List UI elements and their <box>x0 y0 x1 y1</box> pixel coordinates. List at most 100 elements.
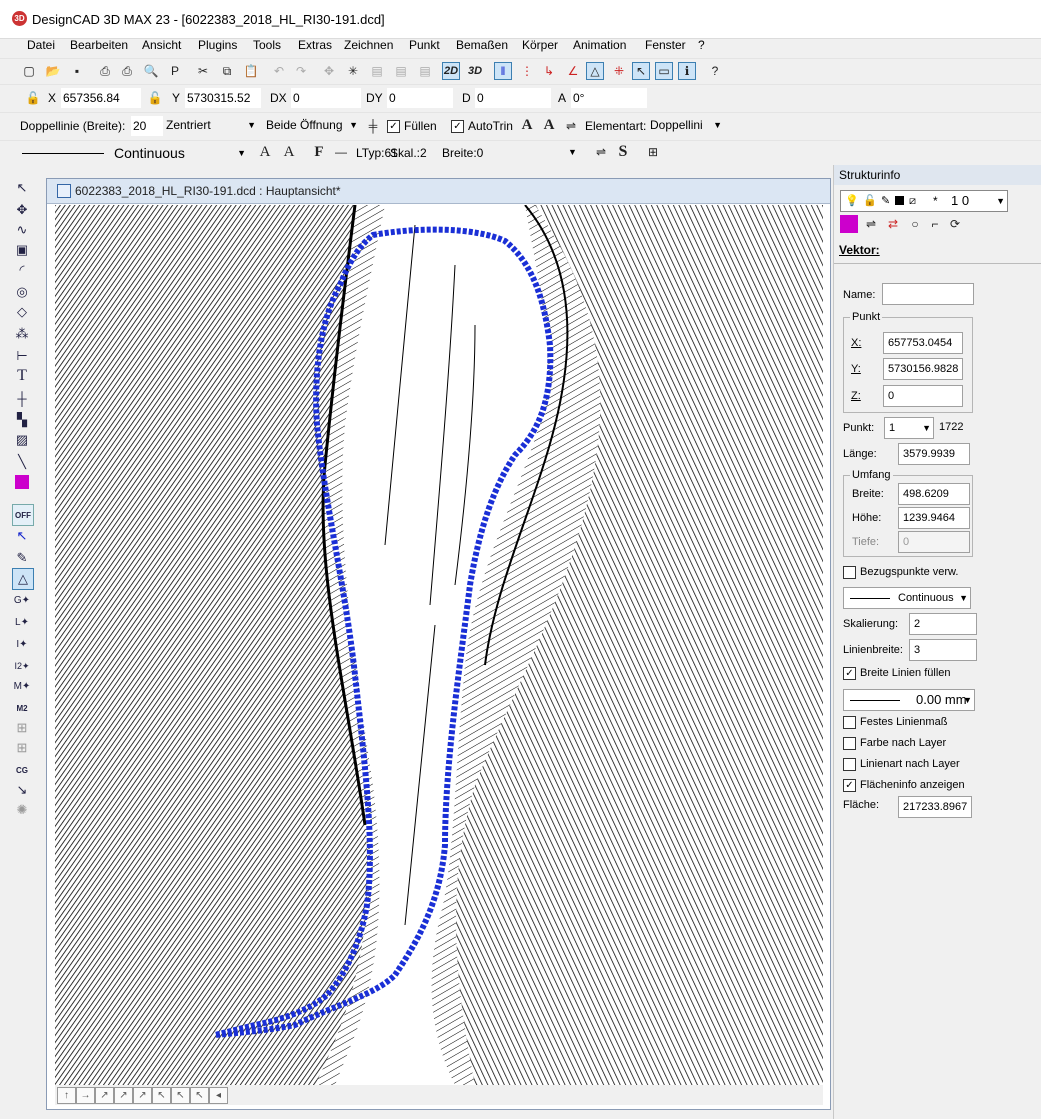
linienart-checkbox[interactable] <box>843 758 856 771</box>
polygon-icon[interactable]: ◇ <box>12 302 32 322</box>
select-arrow-icon[interactable]: ↖ <box>12 178 32 198</box>
lock-y-icon[interactable]: 🔓 <box>146 89 164 107</box>
coord-x-field[interactable]: 657356.84 <box>60 87 142 109</box>
layer-grid-icon[interactable]: ⊞ <box>644 143 662 161</box>
undo-icon[interactable]: ↶ <box>270 62 288 80</box>
arc-icon[interactable]: ◜ <box>12 260 32 280</box>
box-icon[interactable]: ▣ <box>12 240 32 260</box>
corner-icon[interactable]: ⌐ <box>926 215 944 233</box>
fill-checkbox[interactable]: ✓ <box>387 120 400 133</box>
angle-icon[interactable]: ∠ <box>564 62 582 80</box>
doubleline-width-field[interactable]: 20 <box>130 115 164 137</box>
compass-icon[interactable]: ✺ <box>12 800 32 820</box>
hatch-icon[interactable]: ▨ <box>12 430 32 450</box>
nav-diag-c-icon[interactable]: ↗ <box>133 1087 152 1104</box>
g-snap-icon[interactable]: G✦ <box>12 590 32 610</box>
menu-tools[interactable]: Tools <box>253 38 281 52</box>
chevron-down-icon[interactable]: ▼ <box>568 147 577 157</box>
block-icon[interactable]: ▚ <box>12 410 32 430</box>
z-field[interactable]: 0 <box>883 385 963 407</box>
menu-punkt[interactable]: Punkt <box>409 38 440 52</box>
view-2d-button[interactable]: 2D <box>442 62 460 80</box>
parallel-icon[interactable]: ‖ <box>494 62 512 80</box>
info-icon[interactable]: ℹ <box>678 62 696 80</box>
open-folder-icon[interactable]: 📂 <box>44 62 62 80</box>
element-color-swatch[interactable] <box>840 215 858 233</box>
laenge-field[interactable]: 3579.9939 <box>898 443 970 465</box>
panel-toggle-icon[interactable]: ▭ <box>655 62 673 80</box>
text-size-up-icon[interactable]: A <box>518 116 536 134</box>
tiefe-field[interactable]: 0 <box>898 531 970 553</box>
breite-field[interactable]: 498.6209 <box>898 483 970 505</box>
arrow-red-icon[interactable]: ↳ <box>540 62 558 80</box>
nav-diag-a-icon[interactable]: ↗ <box>95 1087 114 1104</box>
view-b-icon[interactable]: ▤ <box>392 62 410 80</box>
color-swatch[interactable] <box>12 472 32 492</box>
m2-snap-icon[interactable]: M2 <box>12 698 32 718</box>
print-icon[interactable]: ⎙ <box>96 62 114 80</box>
i2-snap-icon[interactable]: I2✦ <box>12 656 32 676</box>
panel-linetype-combo[interactable]: Continuous ▼ <box>843 587 971 609</box>
coord-d-field[interactable]: 0 <box>474 87 552 109</box>
flaeche-field[interactable]: 217233.8967 <box>898 796 972 818</box>
elementart-combo[interactable]: Doppellini ▼ <box>650 115 724 135</box>
farbe-checkbox[interactable] <box>843 737 856 750</box>
menu-animation[interactable]: Animation <box>573 38 626 52</box>
move-icon[interactable]: ✥ <box>12 200 32 220</box>
text-font-icon[interactable]: A <box>280 143 298 161</box>
nav-back-b-icon[interactable]: ↖ <box>171 1087 190 1104</box>
plot-icon[interactable]: P <box>166 62 184 80</box>
menu-bearbeiten[interactable]: Bearbeiten <box>70 38 128 52</box>
menu-ansicht[interactable]: Ansicht <box>142 38 181 52</box>
linienbreite-field[interactable]: 3 <box>909 639 977 661</box>
circle-panel-icon[interactable]: ○ <box>906 215 924 233</box>
coord-dx-field[interactable]: 0 <box>290 87 362 109</box>
m-snap-icon[interactable]: M✦ <box>12 676 32 696</box>
l-snap-icon[interactable]: L✦ <box>12 612 32 632</box>
mm-combo[interactable]: 0.00 mm ▼ <box>843 689 975 711</box>
double-line-icon[interactable]: ╪ <box>364 117 382 135</box>
linetype-panel-icon[interactable]: ⇌ <box>862 215 880 233</box>
nav-back-a-icon[interactable]: ↖ <box>152 1087 171 1104</box>
snap-icon[interactable]: ✥ <box>320 62 338 80</box>
menu-plugins[interactable]: Plugins <box>198 38 237 52</box>
cut-icon[interactable]: ✂ <box>194 62 212 80</box>
dots-icon[interactable]: ⋮ <box>518 62 536 80</box>
grid-a-icon[interactable]: ⊞ <box>12 718 32 738</box>
punkt-combo[interactable]: 1 ▼ <box>884 417 934 439</box>
rotate-icon[interactable]: ⟳ <box>946 215 964 233</box>
text-style-icon[interactable]: A <box>256 143 274 161</box>
coord-a-field[interactable]: 0° <box>570 87 648 109</box>
help-pointer-icon[interactable]: ? <box>706 62 724 80</box>
grid-b-icon[interactable]: ⊞ <box>12 738 32 758</box>
pen-icon[interactable]: ✎ <box>12 548 32 568</box>
dimension-icon[interactable]: ⊢ <box>12 346 32 366</box>
print-preview-icon[interactable]: 🔍 <box>142 62 160 80</box>
direction-icon[interactable]: ⇄ <box>884 215 902 233</box>
coord-y-field[interactable]: 5730315.52 <box>184 87 262 109</box>
line-dash-icon[interactable]: — <box>332 143 350 161</box>
pointer-icon[interactable]: ↖ <box>632 62 650 80</box>
scroll-left-icon[interactable]: ◂ <box>209 1087 228 1104</box>
crosshair-icon[interactable]: ┼ <box>12 388 32 408</box>
grid-points-icon[interactable]: ⁜ <box>610 62 628 80</box>
sparkle-icon[interactable]: ✳ <box>344 62 362 80</box>
redo-icon[interactable]: ↷ <box>292 62 310 80</box>
font-icon[interactable]: F <box>310 143 328 161</box>
x-field[interactable]: 657753.0454 <box>883 332 963 354</box>
festes-checkbox[interactable] <box>843 716 856 729</box>
line-tool-icon[interactable]: ╲ <box>12 452 32 472</box>
coord-dy-field[interactable]: 0 <box>386 87 454 109</box>
lock-x-icon[interactable]: 🔓 <box>24 89 42 107</box>
app-icon[interactable]: 3D <box>12 11 27 26</box>
off-button[interactable]: OFF <box>12 504 34 526</box>
array-icon[interactable]: ⁂ <box>12 324 32 344</box>
cg-snap-icon[interactable]: CG <box>12 760 32 780</box>
menu-zeichnen[interactable]: Zeichnen <box>344 38 393 52</box>
trace-icon[interactable]: ↘ <box>12 780 32 800</box>
curve-icon[interactable]: ∿ <box>12 220 32 240</box>
flaeche-info-checkbox[interactable]: ✓ <box>843 779 856 792</box>
nav-up-icon[interactable]: ↑ <box>57 1087 76 1104</box>
circle-icon[interactable]: ◎ <box>12 282 32 302</box>
align-combo[interactable]: Zentriert ▼ <box>166 115 258 135</box>
